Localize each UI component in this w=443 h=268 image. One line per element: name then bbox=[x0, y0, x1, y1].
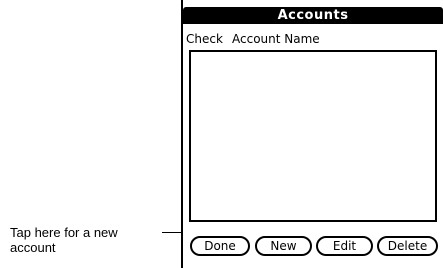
screen-border bbox=[181, 0, 183, 268]
account-list[interactable] bbox=[189, 50, 437, 222]
callout-text-line2: account bbox=[10, 240, 56, 255]
edit-button[interactable]: Edit bbox=[316, 236, 373, 256]
title-bar: Accounts bbox=[183, 7, 443, 24]
done-button[interactable]: Done bbox=[190, 236, 250, 256]
delete-button[interactable]: Delete bbox=[377, 236, 438, 256]
callout-text-line1: Tap here for a new bbox=[10, 225, 118, 240]
callout-annotation: Tap here for a new account bbox=[10, 225, 170, 255]
new-button[interactable]: New bbox=[255, 236, 312, 256]
window-title: Accounts bbox=[277, 8, 349, 23]
accounts-screen: Accounts Check Account Name Done New Edi… bbox=[181, 0, 443, 268]
column-header-check: Check bbox=[186, 32, 223, 46]
column-header-account-name: Account Name bbox=[232, 32, 320, 46]
